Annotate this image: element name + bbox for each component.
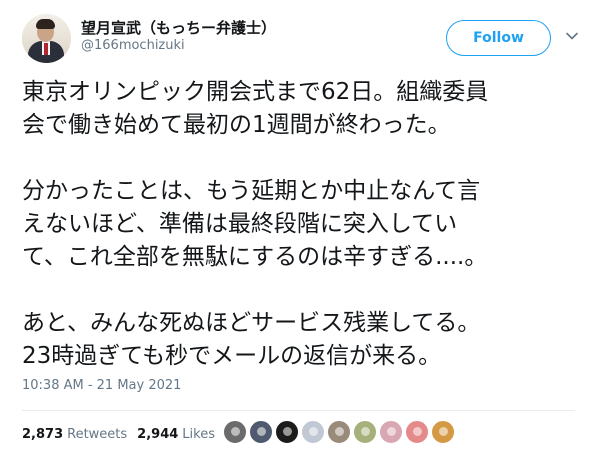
chevron-down-icon[interactable] [565,29,579,43]
liker-avatar[interactable] [327,420,351,444]
likes-label[interactable]: Likes [182,427,215,442]
liker-avatar[interactable] [431,420,455,444]
likes-count[interactable]: 2,944 [137,427,178,442]
liker-avatar[interactable] [353,420,377,444]
tweet-text: 東京オリンピック開会式まで62日。組織委員 会で働き始めて最初の1週間が終わった。… [22,76,577,373]
liker-avatars [223,420,457,446]
author-display-name[interactable]: 望月宣武（もっちー弁護士） [81,17,276,38]
liker-avatar[interactable] [249,420,273,444]
tweet-line: あと、みんな死ぬほどサービス残業してる。 [22,310,481,336]
liker-avatar[interactable] [223,420,247,444]
liker-avatar[interactable] [301,420,325,444]
tweet-paragraph-gap [22,142,577,175]
liker-avatar[interactable] [405,420,429,444]
tweet-line: 分かったことは、もう延期とか中止なんて言 [22,178,481,204]
tweet-line: て、これ全部を無駄にするのは辛すぎる....。 [22,244,488,270]
author-avatar[interactable] [22,14,71,63]
tweet-line: えないほど、準備は最終段階に突入してい [22,211,458,237]
tweet-line: 23時過ぎても秒でメールの返信が来る。 [22,343,442,369]
author-handle[interactable]: @166mochizuki [81,38,185,53]
follow-button[interactable]: Follow [446,20,551,56]
retweets-label[interactable]: Retweets [67,427,127,442]
tweet-line: 会で働き始めて最初の1週間が終わった。 [22,112,451,138]
engagement-stats: 2,873 Retweets 2,944 Likes [22,424,215,444]
divider [22,410,575,411]
tweet-timestamp[interactable]: 10:38 AM - 21 May 2021 [22,378,181,393]
tweet-line: 東京オリンピック開会式まで62日。組織委員 [22,79,489,105]
tweet-header: 望月宣武（もっちー弁護士） @166mochizuki Follow [22,14,582,64]
liker-avatar[interactable] [379,420,403,444]
tweet-paragraph-gap [22,274,577,307]
liker-avatar[interactable] [275,420,299,444]
retweets-count[interactable]: 2,873 [22,427,63,442]
